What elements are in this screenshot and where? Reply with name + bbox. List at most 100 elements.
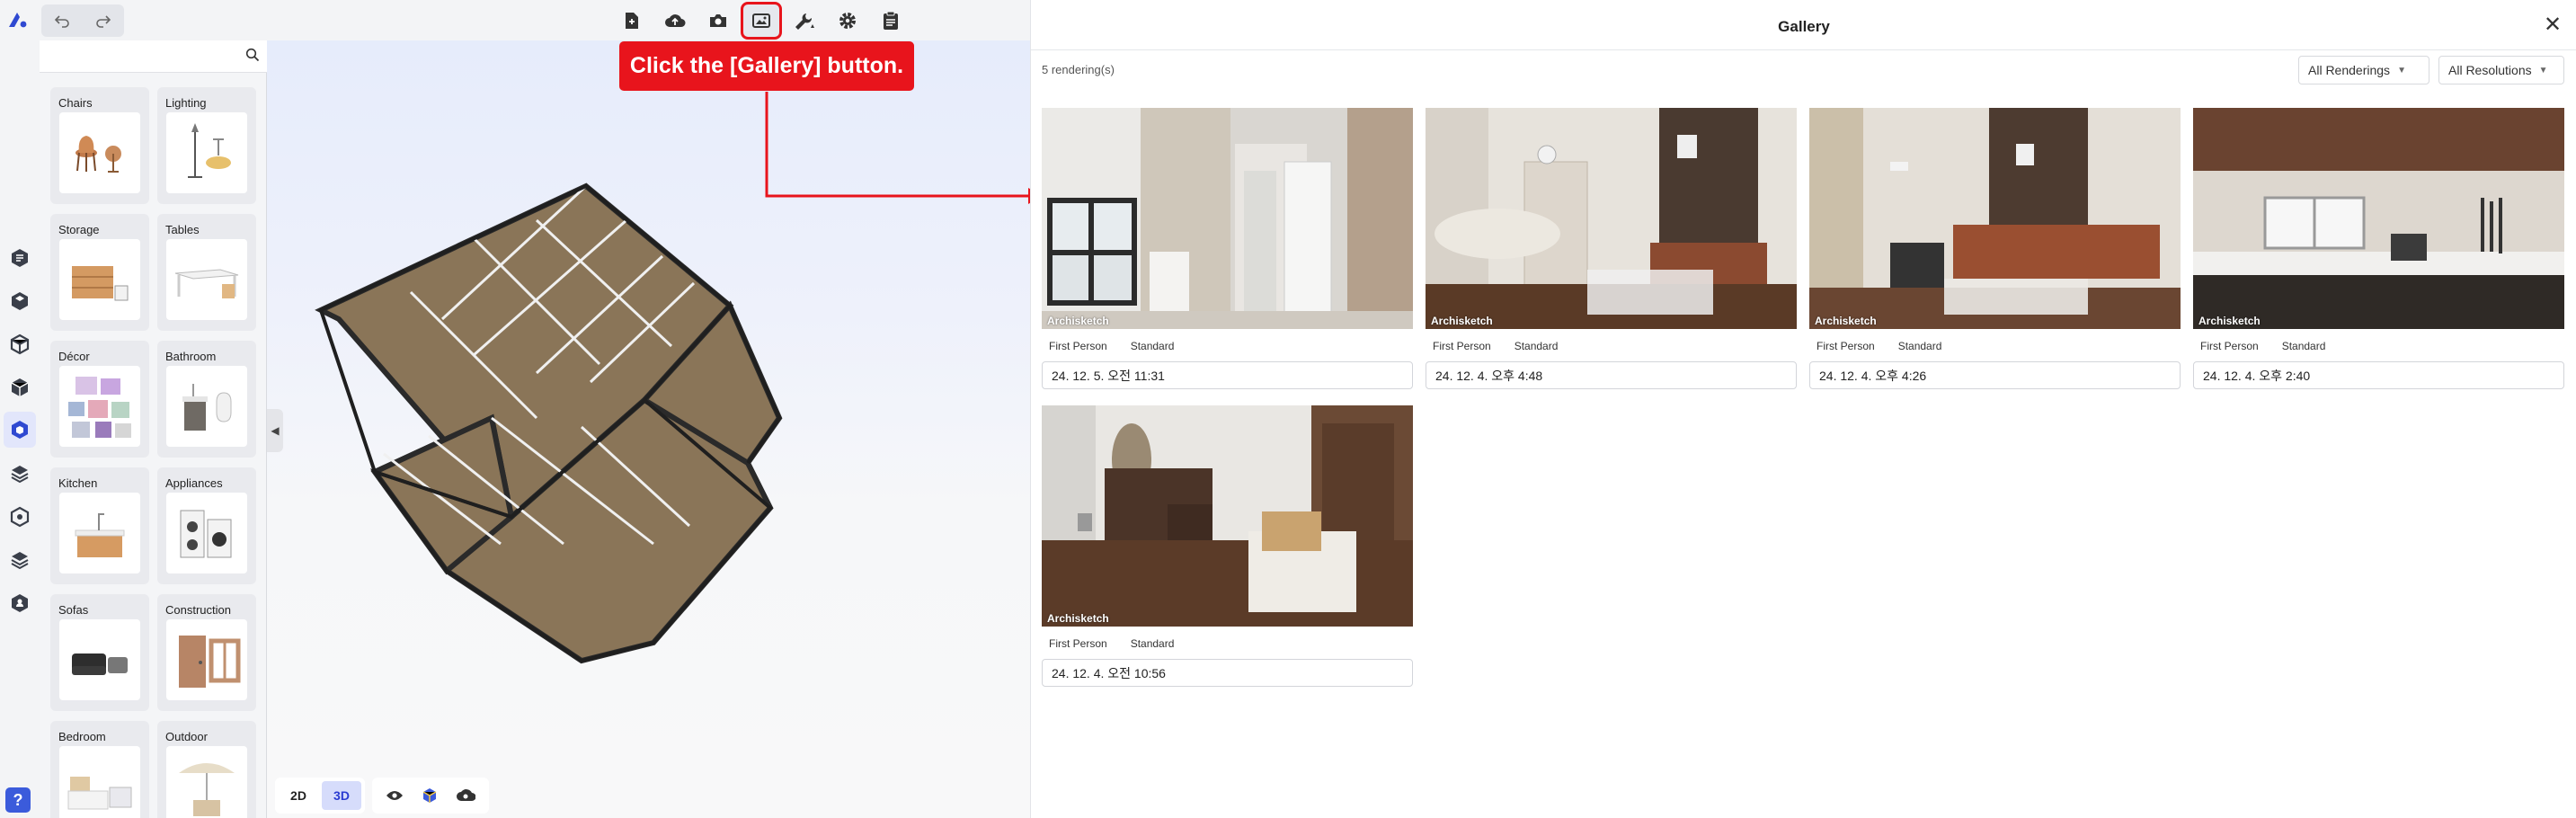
rendering-card[interactable]: Archisketch First Person Standard 24. 12… [1042,405,1413,687]
rendering-thumbnail[interactable]: Archisketch [1809,108,2181,329]
category-label: Appliances [165,476,223,490]
category-bathroom[interactable]: Bathroom [157,341,256,458]
resolutions-filter-select[interactable]: All Resolutions ▼ [2438,56,2564,84]
gallery-icon [752,13,770,28]
category-label: Lighting [165,96,207,110]
cloud-upload-icon [665,14,686,27]
close-icon[interactable]: ✕ [2543,13,2563,37]
rendering-thumbnail[interactable]: Archisketch [2193,108,2564,329]
chairs-thumbnail [59,112,140,193]
top-toolbar [0,0,1032,40]
category-decor[interactable]: Décor [50,341,149,458]
rail-objects-button[interactable] [4,369,36,405]
settings-button[interactable] [829,4,866,38]
renderings-filter-select[interactable]: All Renderings ▼ [2298,56,2429,84]
gallery-title: Gallery [1778,18,1830,35]
watermark-text: Archisketch [1047,612,1109,625]
watermark-text: Archisketch [2198,315,2261,327]
outdoor-thumbnail [166,746,247,818]
new-file-button[interactable] [613,4,651,38]
category-lighting[interactable]: Lighting [157,87,256,204]
redo-button[interactable] [83,4,124,37]
rail-room-button[interactable] [4,283,36,319]
rendering-count: 5 rendering(s) [1042,63,1115,76]
rail-layers-button[interactable] [4,456,36,492]
cloud-save-button[interactable] [656,4,694,38]
rendering-date: 24. 12. 4. 오후 2:40 [2193,361,2564,389]
category-tables[interactable]: Tables [157,214,256,331]
appliances-thumbnail [166,493,247,573]
camera-button[interactable] [699,4,737,38]
rail-stack-button[interactable] [4,542,36,578]
search-icon[interactable] [245,48,260,62]
gallery-modal: Gallery ✕ 5 rendering(s) All Renderings … [1030,0,2576,818]
view-3d-button[interactable]: 3D [322,781,361,810]
rendering-meta: First Person Standard [2200,340,2564,352]
category-storage[interactable]: Storage [50,214,149,331]
rail-walls-button[interactable] [4,326,36,362]
storage-thumbnail [59,239,140,320]
camera-type: First Person [1049,637,1107,650]
category-sofas[interactable]: Sofas [50,594,149,711]
room-icon [12,292,28,310]
view-mode-toggle: 2D 3D [275,778,365,814]
decor-thumbnail [59,366,140,447]
kitchen-thumbnail [59,493,140,573]
quality-label: Standard [1514,340,1559,352]
camera-type: First Person [1049,340,1107,352]
app-logo-icon[interactable] [5,7,32,32]
undo-button[interactable] [41,4,83,37]
toolbar-tools [613,2,910,40]
rendering-card[interactable]: Archisketch First Person Standard 24. 12… [1042,108,1413,389]
catalog-search-input[interactable] [47,46,227,67]
clipboard-button[interactable] [872,4,910,38]
instruction-callout: Click the [Gallery] button. [619,41,914,91]
layers-icon [11,466,29,484]
rail-my-items-button[interactable] [4,585,36,621]
gallery-button[interactable] [741,2,782,40]
bathroom-thumbnail [166,366,247,447]
category-label: Construction [165,603,231,617]
rail-floorplan-button[interactable] [4,240,36,276]
materials-icon [10,506,30,528]
redo-icon [96,15,111,28]
category-bedroom[interactable]: Bedroom [50,721,149,818]
rendering-thumbnail[interactable]: Archisketch [1042,108,1413,329]
category-outdoor[interactable]: Outdoor [157,721,256,818]
construction-thumbnail [166,619,247,700]
help-button[interactable]: ? [5,787,31,813]
rendering-thumbnail[interactable]: Archisketch [1042,405,1413,627]
category-appliances[interactable]: Appliances [157,467,256,584]
category-kitchen[interactable]: Kitchen [50,467,149,584]
rail-materials-button[interactable] [4,499,36,535]
rendering-meta: First Person Standard [1817,340,2181,352]
rendering-thumbnail[interactable]: Archisketch [1426,108,1797,329]
rail-furniture-button[interactable] [4,412,36,448]
rendering-card[interactable]: Archisketch First Person Standard 24. 12… [1426,108,1797,389]
undo-redo-group [41,4,124,37]
resolutions-filter-value: All Resolutions [2448,63,2532,77]
rendering-card[interactable]: Archisketch First Person Standard 24. 12… [1809,108,2181,389]
category-chairs[interactable]: Chairs [50,87,149,204]
quality-label: Standard [1130,340,1175,352]
category-label: Storage [58,223,100,236]
category-construction[interactable]: Construction [157,594,256,711]
cloud-render-icon[interactable] [456,787,475,804]
category-label: Outdoor [165,730,208,743]
3d-box-icon[interactable] [421,787,439,805]
watermark-text: Archisketch [1431,315,1493,327]
rendering-date: 24. 12. 4. 오후 4:48 [1426,361,1797,389]
3d-viewport[interactable]: ◀ 2D 3D [267,40,1032,818]
rendering-meta: First Person Standard [1049,340,1413,352]
category-label: Tables [165,223,200,236]
tools-button[interactable] [786,4,823,38]
chevron-down-icon: ▼ [2397,65,2406,76]
quality-label: Standard [1130,637,1175,650]
eye-icon[interactable] [386,789,404,802]
gear-icon [839,13,856,29]
category-label: Bedroom [58,730,106,743]
quality-label: Standard [2281,340,2326,352]
camera-type: First Person [2200,340,2259,352]
view-2d-button[interactable]: 2D [279,781,318,810]
rendering-card[interactable]: Archisketch First Person Standard 24. 12… [2193,108,2564,389]
